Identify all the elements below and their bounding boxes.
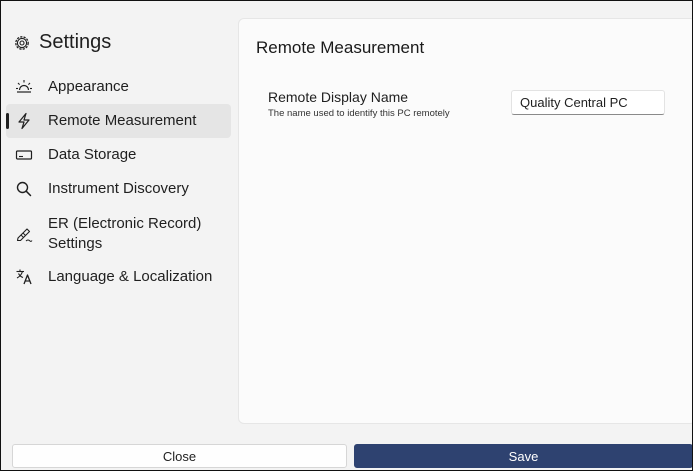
sidebar-item-data-storage[interactable]: Data Storage — [6, 145, 231, 165]
bolt-icon — [14, 111, 34, 131]
sidebar-item-appearance[interactable]: Appearance — [6, 77, 231, 97]
sidebar-item-label: Remote Measurement — [48, 112, 197, 129]
page-title: Remote Measurement — [256, 38, 425, 57]
storage-icon — [14, 145, 34, 165]
save-button[interactable]: Save — [354, 444, 692, 468]
signature-icon — [14, 224, 34, 244]
settings-title-label: Settings — [39, 31, 112, 53]
search-icon — [14, 179, 34, 199]
sidebar: Settings Appearance Remote Measurement D… — [1, 1, 233, 426]
language-icon — [14, 267, 34, 287]
sidebar-item-instrument-discovery[interactable]: Instrument Discovery — [6, 179, 231, 199]
settings-window: Settings Appearance Remote Measurement D… — [0, 0, 693, 471]
sidebar-item-label: Data Storage — [48, 146, 137, 163]
sidebar-title: Settings — [13, 31, 111, 54]
remote-display-name-input[interactable] — [511, 90, 665, 115]
sidebar-item-label: Language & Localization — [48, 268, 213, 285]
sidebar-item-er-settings[interactable]: ER (Electronic Record) Settings — [6, 214, 231, 254]
sidebar-item-label: Appearance — [48, 78, 129, 95]
remote-display-name-label: Remote Display Name — [268, 89, 409, 105]
sidebar-item-language[interactable]: Language & Localization — [6, 267, 231, 287]
remote-display-name-description: The name used to identify this PC remote… — [268, 108, 450, 119]
appearance-icon — [14, 77, 34, 97]
gear-icon — [13, 34, 31, 52]
close-button[interactable]: Close — [12, 444, 347, 468]
settings-content-panel: Remote Measurement Remote Display Name T… — [238, 18, 692, 424]
sidebar-item-remote-measurement[interactable]: Remote Measurement — [6, 104, 231, 138]
sidebar-item-label: ER (Electronic Record) Settings — [48, 215, 202, 252]
sidebar-item-label: Instrument Discovery — [48, 180, 189, 197]
